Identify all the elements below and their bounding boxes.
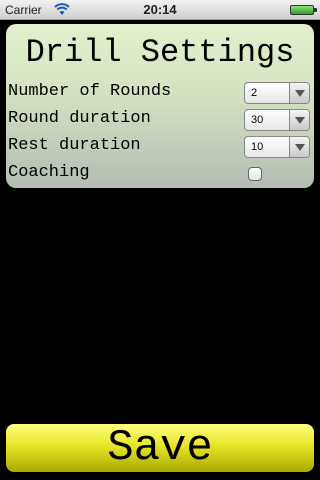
round-duration-value: 30 [251,114,264,126]
battery-tip [314,8,317,12]
rest-duration-select[interactable]: 10 [244,136,310,158]
round-duration-select[interactable]: 30 [244,109,310,131]
rounds-value: 2 [251,87,258,99]
chevron-down-icon[interactable] [289,110,309,130]
coaching-row: Coaching [8,161,312,185]
page-title: Drill Settings [25,34,295,71]
chevron-down-icon[interactable] [289,137,309,157]
rest-duration-label: Rest duration [8,136,141,155]
round-duration-label: Round duration [8,109,151,128]
save-button-label: Save [107,423,213,473]
chevron-down-icon[interactable] [289,83,309,103]
round-duration-row: Round duration 30 [8,107,312,131]
coaching-checkbox[interactable] [248,167,262,181]
coaching-label: Coaching [8,163,90,182]
settings-panel: Drill Settings Number of Rounds 2 Round … [6,24,314,188]
status-time: 20:14 [143,2,177,17]
rounds-row: Number of Rounds 2 [8,80,312,104]
battery-icon [290,5,314,15]
status-bar: Carrier 20:14 [0,0,320,20]
rounds-select[interactable]: 2 [244,82,310,104]
save-button[interactable]: Save [6,424,314,472]
rounds-label: Number of Rounds [8,82,172,101]
rest-duration-value: 10 [251,141,264,153]
rest-duration-row: Rest duration 10 [8,134,312,158]
